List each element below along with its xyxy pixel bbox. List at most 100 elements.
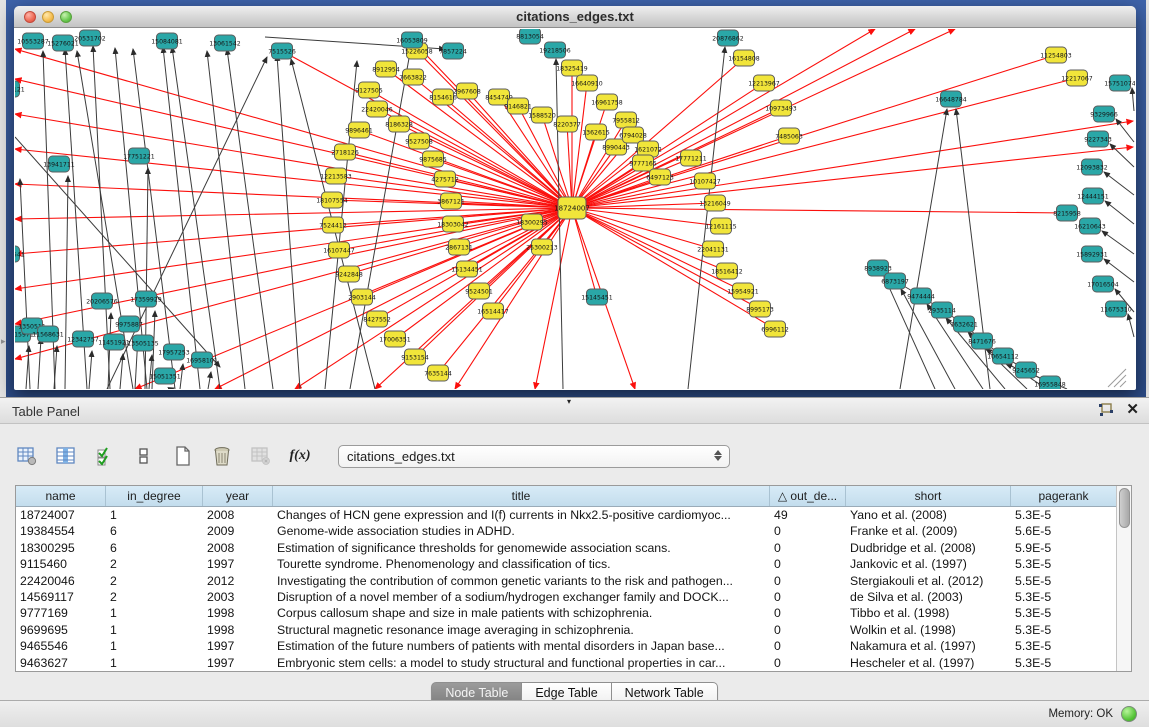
graph-node[interactable]: 20531702: [74, 30, 106, 46]
graph-node[interactable]: 15892931: [1076, 246, 1108, 262]
graph-node[interactable]: 2935114: [928, 302, 956, 318]
network-canvas[interactable]: 1872400718300295253002131522605889129549…: [15, 29, 1135, 389]
graph-node[interactable]: 2867131: [445, 239, 473, 255]
rows-button[interactable]: [131, 443, 157, 469]
graph-node[interactable]: 12217067: [1061, 70, 1093, 86]
graph-node[interactable]: 7515526: [268, 43, 296, 59]
graph-node[interactable]: 13941711: [43, 156, 75, 172]
function-builder-button[interactable]: f(x): [287, 443, 313, 469]
column-header[interactable]: title: [273, 486, 770, 506]
table-row[interactable]: 911546021997Tourette syndrome. Phenomeno…: [16, 556, 1116, 572]
graph-node[interactable]: 18325419: [556, 60, 588, 76]
graph-node[interactable]: 8912954: [372, 61, 400, 77]
graph-node[interactable]: 11451921: [98, 334, 130, 350]
graph-node[interactable]: 20206576: [86, 293, 118, 309]
graph-node[interactable]: 6996112: [761, 321, 789, 337]
scrollbar-thumb[interactable]: [1119, 488, 1130, 528]
graph-node[interactable]: 17016504: [1087, 276, 1119, 292]
table-row[interactable]: 1456911722003Disruption of a novel membe…: [16, 589, 1116, 605]
column-header[interactable]: short: [846, 486, 1011, 506]
graph-node[interactable]: 10553287: [17, 33, 49, 49]
graph-node[interactable]: 13216049: [699, 195, 731, 211]
graph-node[interactable]: 19218506: [539, 42, 571, 58]
collapse-handle-icon[interactable]: ▸: [1, 336, 6, 347]
graph-node[interactable]: 15145451: [581, 289, 613, 305]
graph-node[interactable]: 6497123: [646, 169, 674, 185]
graph-node[interactable]: 25300213: [526, 239, 558, 255]
window-titlebar[interactable]: citations_edges.txt: [14, 6, 1136, 28]
graph-node[interactable]: 17751221: [123, 148, 155, 164]
float-panel-icon[interactable]: [1098, 403, 1114, 417]
graph-node[interactable]: 2903144: [348, 289, 376, 305]
graph-node[interactable]: 7485063: [775, 128, 803, 144]
graph-node[interactable]: 7632621: [950, 316, 978, 332]
graph-node[interactable]: 17771211: [675, 150, 707, 166]
graph-node[interactable]: 8471676: [968, 333, 996, 349]
graph-node[interactable]: 6873197: [881, 273, 909, 289]
graph-node[interactable]: 7635144: [424, 365, 452, 381]
graph-node[interactable]: 3867121: [437, 193, 465, 209]
graph-node[interactable]: 16154808: [728, 50, 760, 66]
graph-node[interactable]: 9527508: [405, 133, 433, 149]
graph-node[interactable]: 13061542: [209, 35, 241, 51]
graph-node[interactable]: 12093832: [1076, 159, 1108, 175]
graph-node[interactable]: 8813054: [516, 29, 544, 44]
graph-node[interactable]: 12444151: [1077, 188, 1109, 204]
graph-node[interactable]: 15751074: [1104, 75, 1135, 91]
graph-node[interactable]: 7663822: [399, 69, 427, 85]
graph-node[interactable]: 8995173: [746, 301, 774, 317]
graph-node[interactable]: 17006351: [379, 331, 411, 347]
graph-node[interactable]: 2718126: [331, 144, 359, 160]
table-gear-button[interactable]: [14, 443, 40, 469]
graph-node[interactable]: 9329966: [1090, 106, 1118, 122]
graph-node[interactable]: 16107447: [323, 242, 355, 258]
graph-node[interactable]: 18935121: [15, 81, 25, 97]
graph-node[interactable]: 9875685: [419, 151, 447, 167]
table-selector-dropdown[interactable]: citations_edges.txt: [338, 445, 730, 468]
table-row[interactable]: 977716911998Corpus callosum shape and si…: [16, 605, 1116, 621]
graph-node[interactable]: 7955812: [612, 112, 640, 128]
graph-node[interactable]: 18516412: [711, 263, 743, 279]
graph-node[interactable]: 9474444: [907, 288, 935, 304]
graph-node[interactable]: 16514417: [477, 303, 509, 319]
table-row[interactable]: 2242004622012Investigating the contribut…: [16, 573, 1116, 589]
trash-button[interactable]: [209, 443, 235, 469]
graph-node[interactable]: 9896461: [345, 122, 373, 138]
graph-node[interactable]: 16210643: [1074, 218, 1106, 234]
memory-indicator[interactable]: [1121, 706, 1137, 722]
graph-node[interactable]: 1588520: [528, 107, 556, 123]
checkbox-list-button[interactable]: [92, 443, 118, 469]
column-header[interactable]: year: [203, 486, 273, 506]
graph-node[interactable]: 8220377: [553, 116, 581, 132]
graph-node[interactable]: 12342757: [67, 331, 99, 347]
graph-node[interactable]: 16640910: [571, 75, 603, 91]
column-header[interactable]: △ out_de...: [770, 486, 846, 506]
table-row[interactable]: 946362711997Embryonic stem cells: a mode…: [16, 655, 1116, 671]
hub-node[interactable]: 18724007: [554, 197, 590, 219]
graph-node[interactable]: 10654112: [987, 348, 1019, 364]
graph-node[interactable]: 8186328: [385, 116, 413, 132]
graph-node[interactable]: 20876862: [712, 30, 744, 46]
graph-node[interactable]: 9153154: [401, 349, 429, 365]
graph-node[interactable]: 16648784: [935, 91, 967, 107]
vertical-scrollbar[interactable]: [1116, 486, 1131, 671]
table-row[interactable]: 1938455462009Genome-wide association stu…: [16, 523, 1116, 539]
table-row[interactable]: 969969511998Structural magnetic resonanc…: [16, 622, 1116, 638]
graph-node[interactable]: 2967608: [453, 83, 481, 99]
graph-node[interactable]: 1362615: [582, 124, 610, 140]
column-header[interactable]: in_degree: [106, 486, 203, 506]
graph-node[interactable]: 8215958: [1053, 205, 1081, 221]
graph-node[interactable]: 9524501: [465, 283, 493, 299]
table-delete-button[interactable]: [248, 443, 274, 469]
graph-node[interactable]: 11254803: [1040, 47, 1072, 63]
graph-node[interactable]: 8427552: [363, 311, 391, 327]
graph-node[interactable]: 12161115: [705, 218, 737, 234]
table-row[interactable]: 1830029562008Estimation of significance …: [16, 540, 1116, 556]
graph-node[interactable]: 15084081: [151, 33, 183, 49]
close-panel-icon[interactable]: ✕: [1126, 402, 1139, 418]
graph-node[interactable]: 10107427: [689, 173, 721, 189]
graph-node[interactable]: 4275712: [431, 171, 459, 187]
new-document-button[interactable]: [170, 443, 196, 469]
graph-node[interactable]: 22041131: [697, 241, 729, 257]
graph-node[interactable]: 9242848: [335, 266, 363, 282]
